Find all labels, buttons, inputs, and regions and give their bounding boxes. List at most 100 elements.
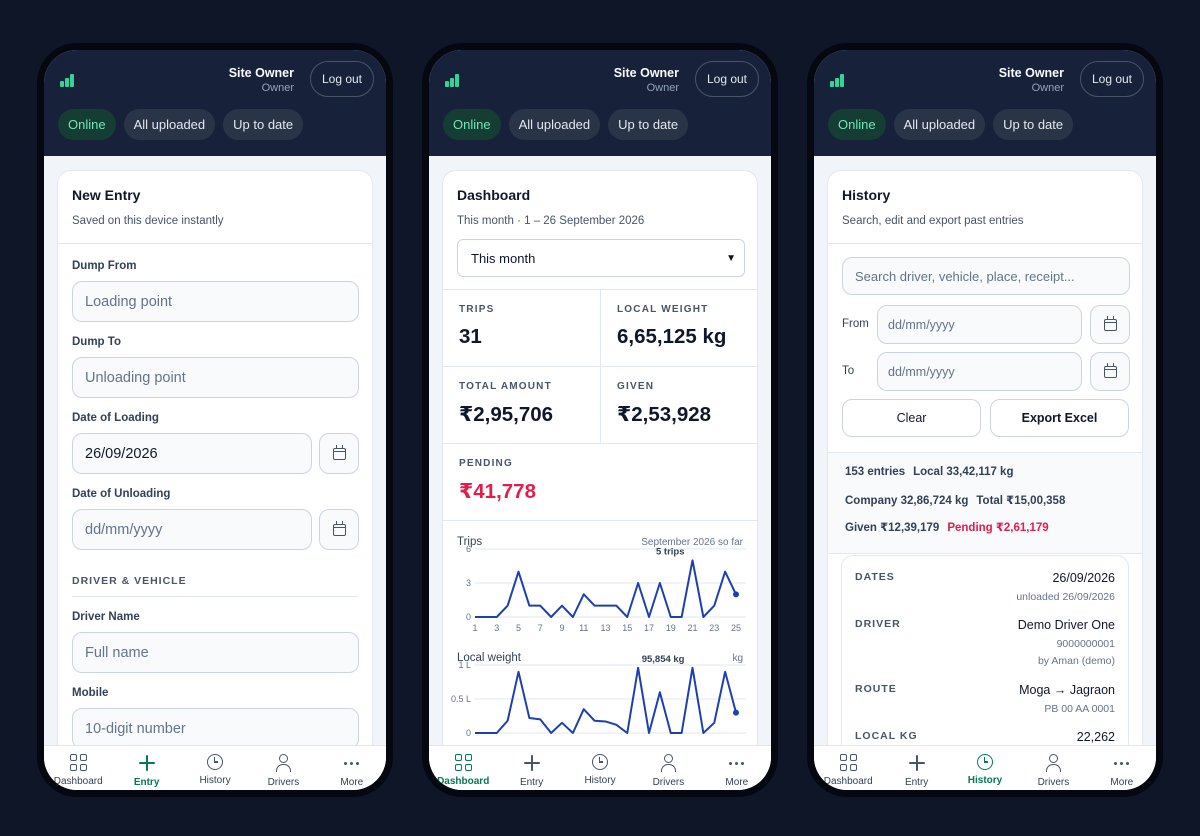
- logout-button[interactable]: Log out: [1080, 61, 1144, 97]
- y-tick-label: 3: [466, 578, 471, 588]
- card-title: History: [842, 187, 891, 203]
- end-point: [733, 591, 739, 598]
- nav-drivers[interactable]: Drivers: [249, 746, 317, 790]
- unloading-date-label: Date of Unloading: [72, 488, 171, 500]
- content: History Search, edit and export past ent…: [814, 156, 1156, 745]
- status-row: Online All uploaded Up to date: [828, 109, 1074, 140]
- dump-from-label: Dump From: [72, 260, 137, 272]
- entry-driver-by: by Aman (demo): [1037, 655, 1115, 667]
- y-tick-label: 1 L: [458, 660, 471, 670]
- nav-label: Dashboard: [437, 776, 490, 787]
- top-bar: Site Owner Owner Log out Online All uplo…: [44, 50, 386, 156]
- content: New Entry Saved on this device instantly…: [44, 156, 386, 745]
- nav-dashboard[interactable]: Dashboard: [814, 746, 882, 790]
- from-date-input[interactable]: dd/mm/yyyy: [877, 305, 1082, 344]
- search-input[interactable]: Search driver, vehicle, place, receipt..…: [842, 257, 1130, 295]
- nav-entry[interactable]: Entry: [112, 746, 180, 790]
- history-entry-card[interactable]: DATES 26/09/2026 unloaded 26/09/2026 DRI…: [841, 555, 1129, 745]
- nav-history[interactable]: History: [566, 746, 634, 790]
- entry-unloaded: unloaded 26/09/2026: [1016, 591, 1115, 603]
- nav-more[interactable]: More: [318, 746, 386, 790]
- clock-icon: [977, 754, 994, 770]
- card-title: New Entry: [72, 187, 141, 203]
- status-up-to-date: Up to date: [608, 109, 689, 140]
- summary-given: Given ₹12,39,179: [845, 522, 940, 534]
- nav-drivers[interactable]: Drivers: [1019, 746, 1087, 790]
- plus-icon: [523, 754, 541, 772]
- status-up-to-date: Up to date: [993, 109, 1074, 140]
- entry-local-kg: 22,262: [1076, 730, 1115, 744]
- period-select[interactable]: This month ▼: [457, 239, 745, 277]
- x-tick-label: 19: [666, 623, 676, 633]
- export-excel-button[interactable]: Export Excel: [990, 399, 1129, 437]
- y-tick-label: 0: [466, 728, 471, 738]
- logout-button[interactable]: Log out: [695, 61, 759, 97]
- clear-button[interactable]: Clear: [842, 399, 981, 437]
- entry-date: 26/09/2026: [1052, 571, 1115, 585]
- nav-history[interactable]: History: [181, 746, 249, 790]
- nav-label: History: [584, 775, 616, 786]
- kpi-value: 31: [459, 325, 482, 348]
- logout-button[interactable]: Log out: [310, 61, 374, 97]
- y-tick-label: 0: [466, 612, 471, 622]
- to-date-input[interactable]: dd/mm/yyyy: [877, 352, 1082, 391]
- plus-icon: [138, 754, 156, 772]
- x-tick-label: 9: [559, 623, 564, 633]
- y-tick-label: 0.5 L: [451, 694, 471, 704]
- loading-calendar-button[interactable]: [319, 433, 359, 474]
- calendar-icon: [1103, 362, 1117, 378]
- clock-icon: [207, 754, 224, 770]
- status-online: Online: [828, 109, 886, 140]
- user-name: Site Owner: [998, 66, 1064, 80]
- nav-label: Entry: [519, 777, 544, 788]
- nav-entry[interactable]: Entry: [882, 746, 950, 790]
- grid-icon: [839, 754, 857, 771]
- grid-icon: [69, 754, 87, 771]
- nav-label: More: [725, 777, 749, 788]
- entry-driver-name: Demo Driver One: [1017, 618, 1115, 632]
- driver-label: DRIVER: [855, 618, 901, 630]
- card-subtitle: Saved on this device instantly: [72, 215, 224, 227]
- dashboard-card: Dashboard This month · 1 – 26 September …: [442, 170, 759, 745]
- nav-more[interactable]: More: [703, 746, 771, 790]
- nav-dashboard[interactable]: Dashboard: [44, 746, 112, 790]
- calendar-icon: [1103, 315, 1117, 331]
- period-selected: This month: [471, 250, 536, 266]
- nav-dashboard[interactable]: Dashboard: [429, 746, 497, 790]
- nav-label: History: [199, 775, 231, 786]
- calendar-icon: [332, 520, 346, 536]
- nav-more[interactable]: More: [1088, 746, 1156, 790]
- unloading-calendar-button[interactable]: [319, 509, 359, 550]
- dump-to-input[interactable]: Unloading point: [72, 357, 359, 398]
- from-calendar-button[interactable]: [1090, 305, 1130, 344]
- peak-annotation: 95,854 kg: [642, 654, 685, 665]
- phone-entry: Site Owner Owner Log out Online All uplo…: [37, 43, 393, 797]
- loading-date-input[interactable]: 26/09/2026: [72, 433, 312, 474]
- to-calendar-button[interactable]: [1090, 352, 1130, 391]
- driver-name-input[interactable]: Full name: [72, 632, 359, 673]
- kpi-label: TOTAL AMOUNT: [459, 381, 552, 392]
- kpi-trips: TRIPS 31: [443, 290, 601, 367]
- x-tick-label: 25: [731, 623, 741, 633]
- calendar-icon: [332, 444, 346, 460]
- entry-route: Moga → Jagraon: [1019, 683, 1115, 697]
- user-info: Site Owner Owner: [229, 66, 294, 95]
- unloading-date-input[interactable]: dd/mm/yyyy: [72, 509, 312, 550]
- status-row: Online All uploaded Up to date: [58, 109, 304, 140]
- card-header: Dashboard This month · 1 – 26 September …: [443, 171, 757, 244]
- summary-pending: Pending ₹2,61,179: [947, 522, 1049, 534]
- nav-label: Drivers: [1037, 777, 1070, 788]
- nav-entry[interactable]: Entry: [497, 746, 565, 790]
- x-tick-label: 5: [516, 623, 521, 633]
- nav-drivers[interactable]: Drivers: [634, 746, 702, 790]
- bar-chart-logo-icon: [830, 73, 846, 87]
- nav-history[interactable]: History: [951, 746, 1019, 790]
- kpi-grid: TRIPS 31 LOCAL WEIGHT 6,65,125 kg TOTAL …: [443, 289, 759, 521]
- summary-panel: 153 entries Local 33,42,117 kg Company 32…: [828, 452, 1142, 554]
- dump-from-input[interactable]: Loading point: [72, 281, 359, 322]
- nav-label: Entry: [904, 777, 929, 788]
- user-name: Site Owner: [228, 66, 294, 80]
- mobile-input[interactable]: 10-digit number: [72, 708, 359, 745]
- kpi-value: ₹41,778: [459, 480, 536, 503]
- user-icon: [659, 754, 677, 772]
